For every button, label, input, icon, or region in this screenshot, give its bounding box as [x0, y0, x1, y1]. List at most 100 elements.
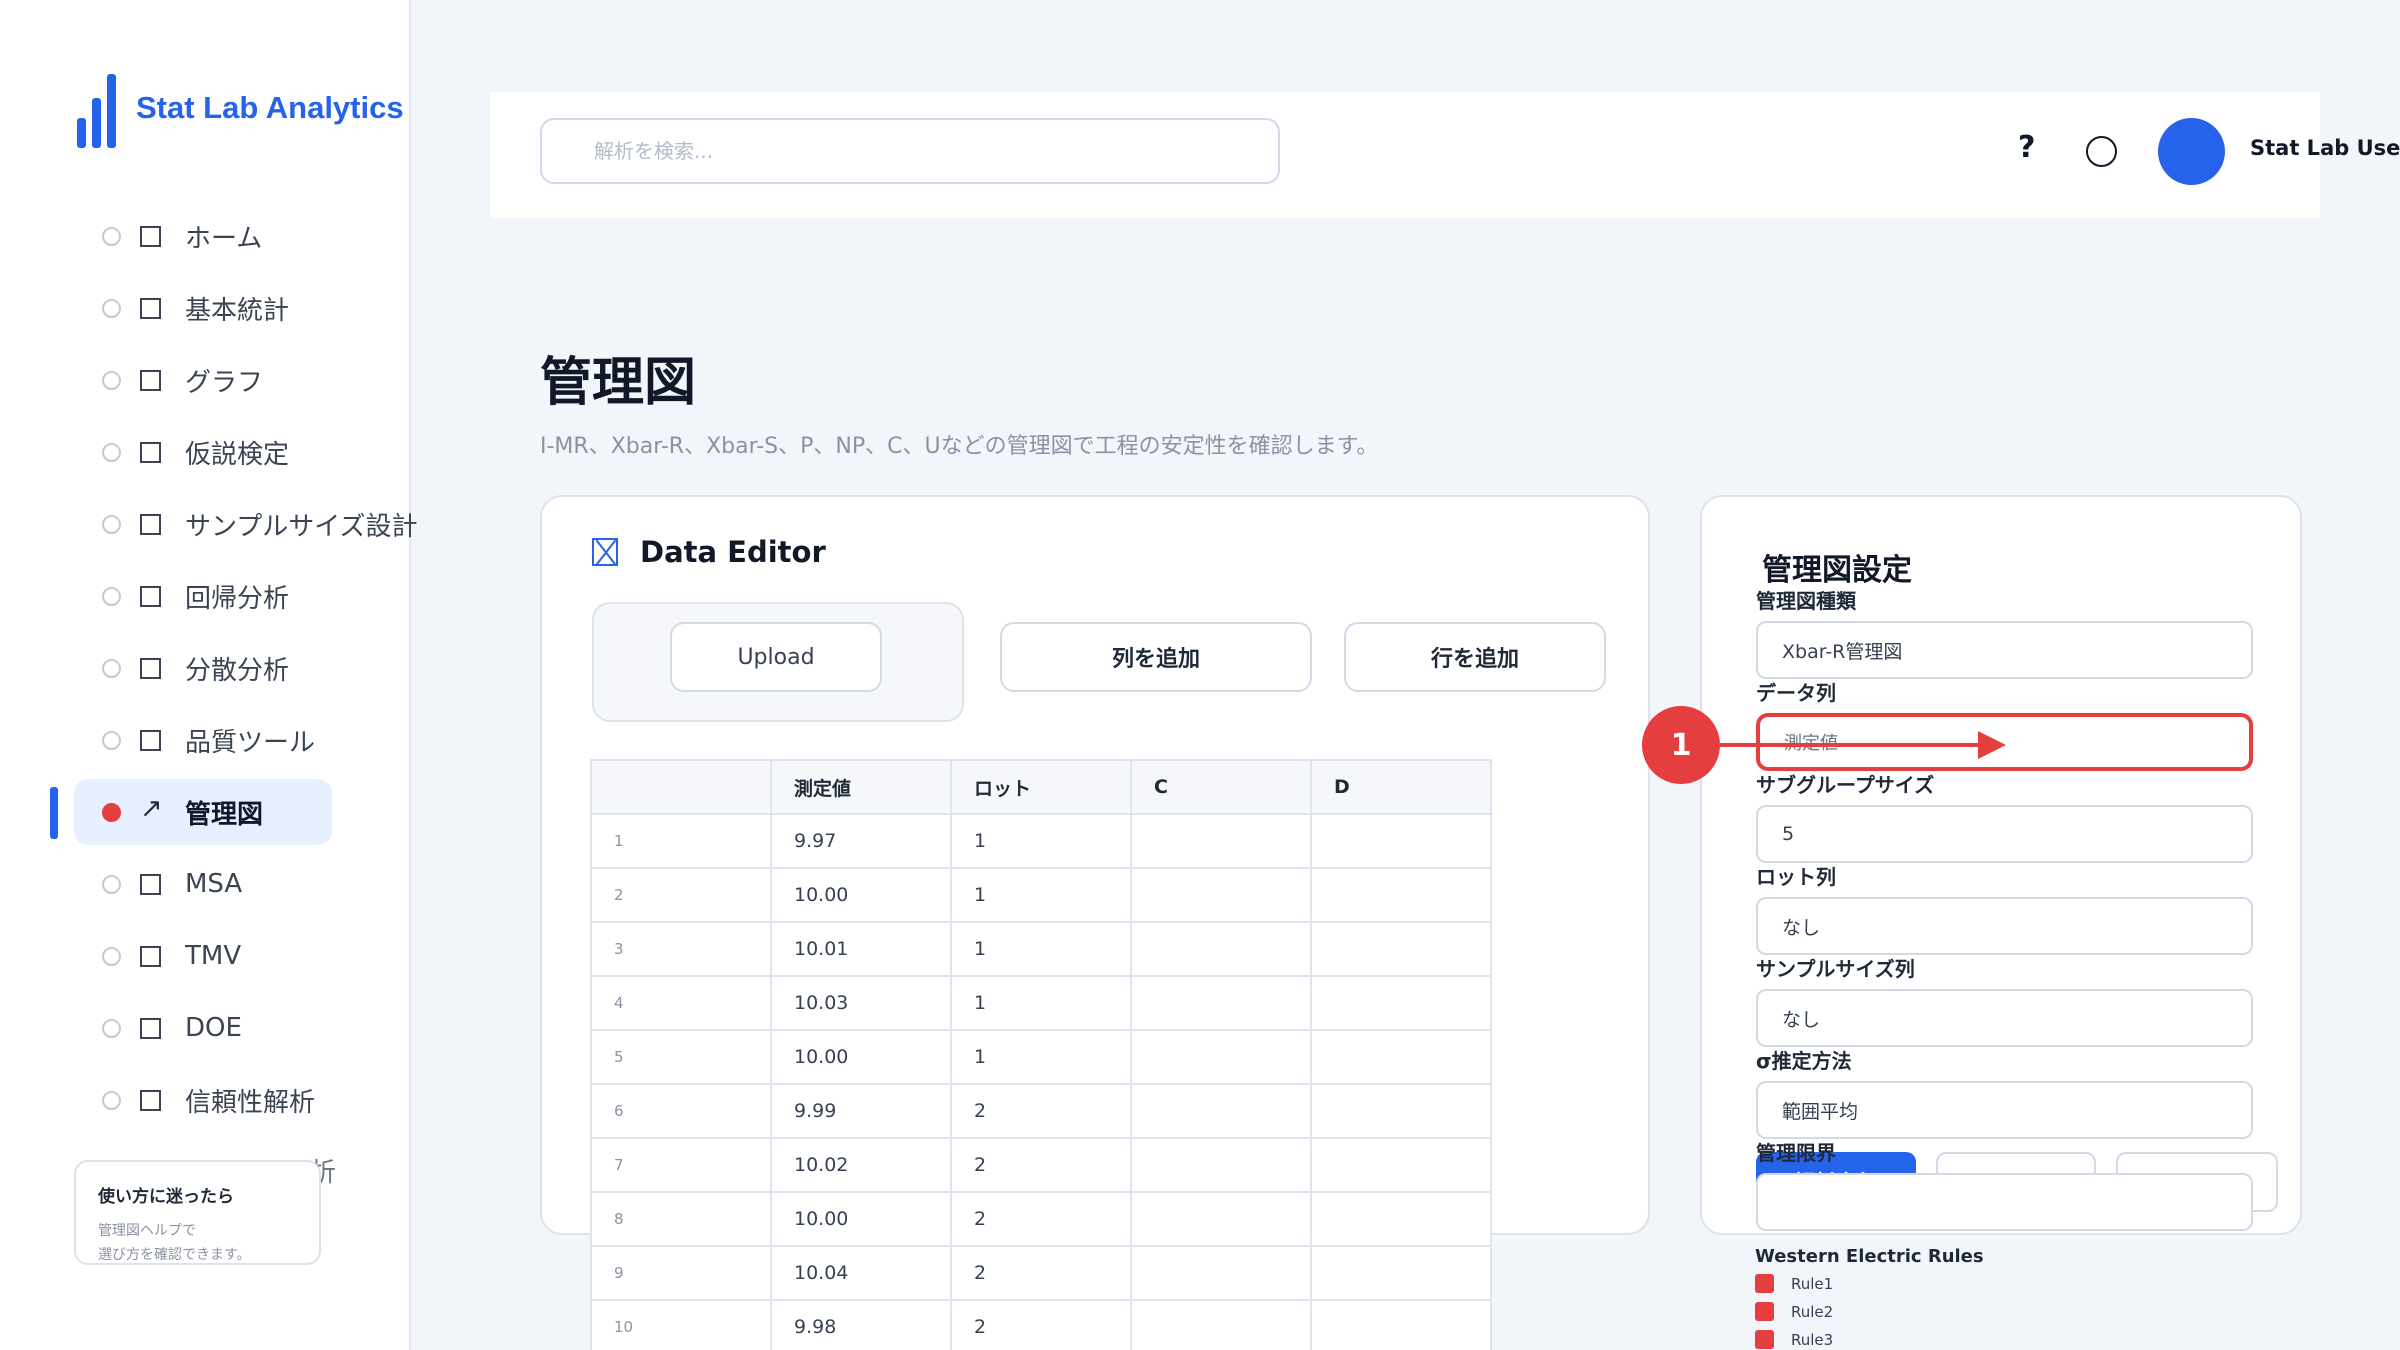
- table-cell[interactable]: 9.97: [770, 813, 952, 869]
- table-cell[interactable]: 1: [950, 921, 1132, 977]
- table-cell[interactable]: 2: [950, 1191, 1132, 1247]
- table-cell[interactable]: [1130, 1245, 1312, 1301]
- settings-select-6[interactable]: [1756, 1173, 2253, 1231]
- table-cell[interactable]: 2: [950, 1137, 1132, 1193]
- table-cell[interactable]: [1130, 921, 1312, 977]
- sidebar-item-3[interactable]: 仮説検定: [74, 419, 332, 485]
- status-dot-icon: [102, 946, 121, 966]
- settings-select-0[interactable]: Xbar-R管理図: [1756, 621, 2253, 679]
- upload-drop-zone[interactable]: Upload: [592, 602, 964, 722]
- table-cell[interactable]: [1310, 813, 1492, 869]
- checkbox-icon: [140, 946, 161, 967]
- rule-label: Rule2: [1791, 1302, 1834, 1321]
- table-cell[interactable]: [1310, 975, 1492, 1031]
- table-cell[interactable]: 10.04: [770, 1245, 952, 1301]
- user-name[interactable]: Stat Lab User: [2250, 136, 2400, 160]
- help-card-title: 使い方に迷ったら: [98, 1187, 234, 1207]
- table-cell[interactable]: 2: [950, 1083, 1132, 1139]
- table-cell[interactable]: 10.01: [770, 921, 952, 977]
- table-cell[interactable]: [1310, 867, 1492, 923]
- row-index: 9: [590, 1245, 772, 1301]
- field-label: サブグループサイズ: [1756, 773, 1935, 797]
- search-input[interactable]: [540, 118, 1280, 184]
- settings-select-2[interactable]: 5: [1756, 805, 2253, 863]
- column-header[interactable]: D: [1310, 759, 1492, 815]
- notification-icon[interactable]: [2086, 136, 2117, 167]
- table-cell[interactable]: [1310, 1137, 1492, 1193]
- table-cell[interactable]: 1: [950, 975, 1132, 1031]
- sidebar-item-11[interactable]: DOE: [74, 995, 332, 1061]
- sidebar-item-0[interactable]: ホーム: [74, 203, 332, 269]
- table-cell[interactable]: [1310, 1245, 1492, 1301]
- table-cell[interactable]: [1310, 1299, 1492, 1350]
- avatar[interactable]: [2158, 118, 2225, 185]
- rule-item[interactable]: Rule3: [1755, 1330, 1833, 1349]
- table-cell[interactable]: 1: [950, 813, 1132, 869]
- table-cell[interactable]: [1130, 1029, 1312, 1085]
- table-cell[interactable]: [1310, 921, 1492, 977]
- sidebar-item-7[interactable]: 品質ツール: [74, 707, 332, 773]
- sidebar-item-2[interactable]: グラフ: [74, 347, 332, 413]
- help-card[interactable]: 使い方に迷ったら 管理図ヘルプで 選び方を確認できます。: [74, 1160, 321, 1265]
- sidebar-item-label: 信頼性解析: [185, 1087, 316, 1118]
- rule-label: Rule1: [1791, 1274, 1834, 1293]
- column-header[interactable]: ロット: [950, 759, 1132, 815]
- rule-item[interactable]: Rule2: [1755, 1302, 1833, 1321]
- settings-select-3[interactable]: なし: [1756, 897, 2253, 955]
- status-dot-icon: [102, 802, 121, 822]
- settings-select-4[interactable]: なし: [1756, 989, 2253, 1047]
- page-subtitle: I-MR、Xbar-R、Xbar-S、P、NP、C、Uなどの管理図で工程の安定性…: [540, 434, 1379, 459]
- column-header[interactable]: [590, 759, 772, 815]
- table-cell[interactable]: [1310, 1083, 1492, 1139]
- rule-checkbox-icon[interactable]: [1755, 1274, 1774, 1293]
- table-cell[interactable]: [1130, 1083, 1312, 1139]
- sidebar-item-5[interactable]: 回帰分析: [74, 563, 332, 629]
- table-cell[interactable]: [1130, 1299, 1312, 1350]
- rule-checkbox-icon[interactable]: [1755, 1330, 1774, 1349]
- table-cell[interactable]: [1130, 975, 1312, 1031]
- table-cell[interactable]: [1310, 1029, 1492, 1085]
- sidebar-item-9[interactable]: MSA: [74, 851, 332, 917]
- table-cell[interactable]: 1: [950, 867, 1132, 923]
- table-cell[interactable]: 10.03: [770, 975, 952, 1031]
- table-cell[interactable]: [1130, 867, 1312, 923]
- table-cell[interactable]: [1130, 1137, 1312, 1193]
- data-editor-title: Data Editor: [640, 535, 826, 569]
- add-column-button[interactable]: 列を追加: [1000, 622, 1312, 692]
- table-cell[interactable]: [1130, 813, 1312, 869]
- app-name: Stat Lab Analytics: [136, 90, 404, 125]
- table-cell[interactable]: [1130, 1191, 1312, 1247]
- sidebar-item-10[interactable]: TMV: [74, 923, 332, 989]
- table-cell[interactable]: 10.00: [770, 867, 952, 923]
- table-cell[interactable]: 10.02: [770, 1137, 952, 1193]
- column-header[interactable]: 測定値: [770, 759, 952, 815]
- checkbox-icon: [140, 1090, 161, 1111]
- column-header[interactable]: C: [1130, 759, 1312, 815]
- table-cell[interactable]: [1310, 1191, 1492, 1247]
- table-row: 3 10.01 1: [590, 921, 1492, 977]
- help-icon[interactable]: ?: [2018, 130, 2035, 165]
- rule-checkbox-icon[interactable]: [1755, 1302, 1774, 1321]
- sidebar-item-label: 回帰分析: [185, 583, 290, 614]
- table-cell[interactable]: 9.98: [770, 1299, 952, 1350]
- data-table: 測定値 ロット C D 1 9.97 1 2 10.00 1 3 10.01 1 4 10.03 1 5 10.…: [590, 759, 1492, 1350]
- upload-button[interactable]: Upload: [670, 622, 882, 692]
- checkbox-icon: [140, 586, 161, 607]
- settings-select-5[interactable]: 範囲平均: [1756, 1081, 2253, 1139]
- table-cell[interactable]: 2: [950, 1299, 1132, 1350]
- rule-item[interactable]: Rule1: [1755, 1274, 1833, 1293]
- sidebar-item-12[interactable]: 信頼性解析: [74, 1067, 332, 1133]
- table-cell[interactable]: 2: [950, 1245, 1132, 1301]
- sidebar-item-8[interactable]: ↗ 管理図: [74, 779, 332, 845]
- sidebar-item-4[interactable]: サンプルサイズ設計: [74, 491, 417, 557]
- sidebar-item-6[interactable]: 分散分析: [74, 635, 332, 701]
- add-row-button[interactable]: 行を追加: [1344, 622, 1606, 692]
- trend-arrow-icon: ↗: [140, 793, 163, 824]
- table-cell[interactable]: 9.99: [770, 1083, 952, 1139]
- sidebar-item-1[interactable]: 基本統計: [74, 275, 332, 341]
- sidebar-item-label: 品質ツール: [185, 727, 316, 758]
- table-cell[interactable]: 1: [950, 1029, 1132, 1085]
- app-logo[interactable]: Stat Lab Analytics: [77, 74, 404, 148]
- table-cell[interactable]: 10.00: [770, 1191, 952, 1247]
- table-cell[interactable]: 10.00: [770, 1029, 952, 1085]
